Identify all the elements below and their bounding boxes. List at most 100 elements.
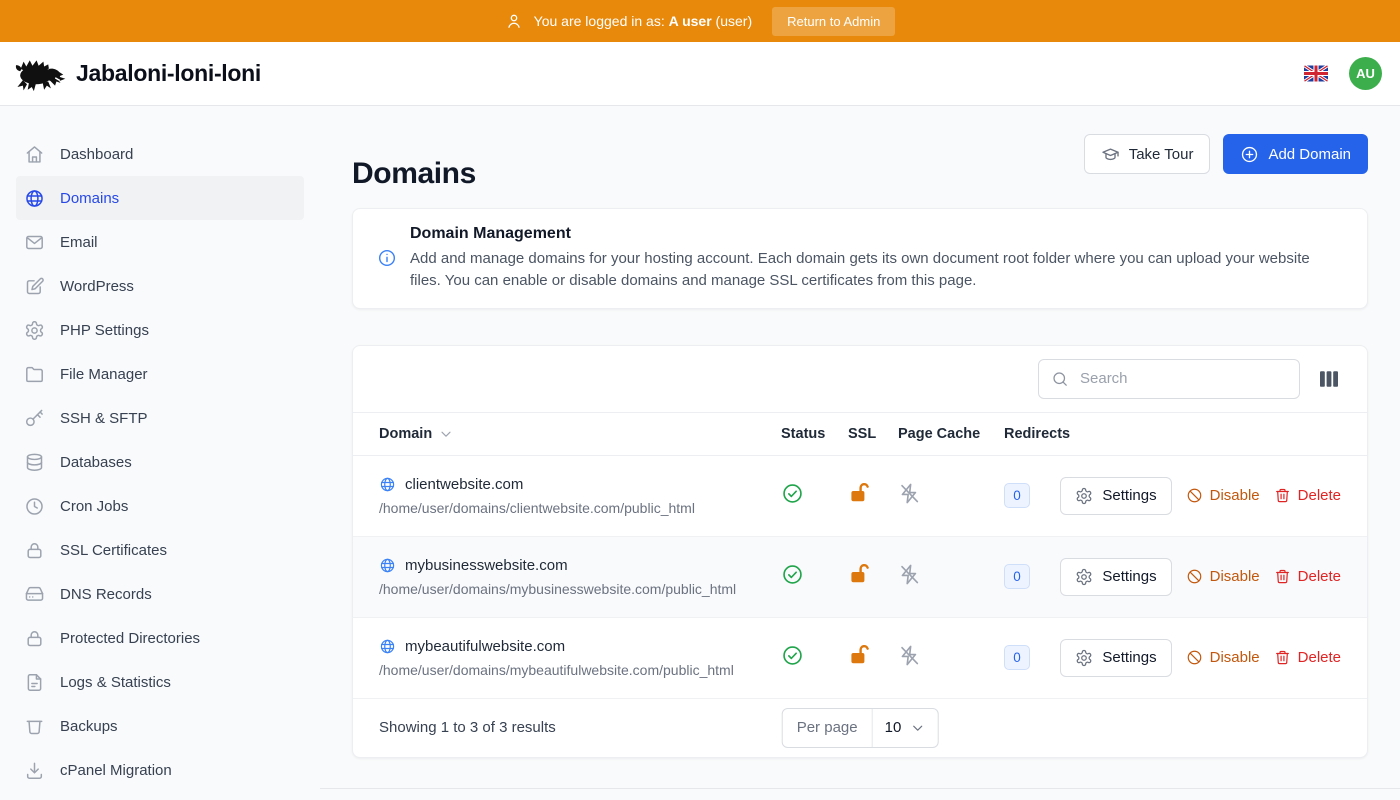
sidebar-item-databases[interactable]: Databases xyxy=(16,440,304,484)
redirects-count[interactable]: 0 xyxy=(1004,645,1030,670)
sidebar-item-label: WordPress xyxy=(60,278,134,295)
sidebar-item-label: Cron Jobs xyxy=(60,498,128,515)
redirects-count[interactable]: 0 xyxy=(1004,564,1030,589)
gear-icon xyxy=(1075,568,1093,586)
row-actions: Settings Disable Delete xyxy=(1091,639,1341,677)
banner-message: You are logged in as: A user (user) xyxy=(534,13,752,29)
sidebar-item-logs-statistics[interactable]: Logs & Statistics xyxy=(16,660,304,704)
info-icon xyxy=(377,248,397,268)
take-tour-button[interactable]: Take Tour xyxy=(1084,134,1211,174)
disable-label: Disable xyxy=(1210,649,1260,666)
settings-label: Settings xyxy=(1102,568,1156,585)
disable-button[interactable]: Disable xyxy=(1186,487,1260,504)
sidebar-item-protected-directories[interactable]: Protected Directories xyxy=(16,616,304,660)
gear-icon xyxy=(1075,649,1093,667)
delete-label: Delete xyxy=(1298,649,1341,666)
ssl-cell xyxy=(848,562,898,591)
plus-circle-icon xyxy=(1240,145,1259,164)
sidebar-item-php-settings[interactable]: PHP Settings xyxy=(16,308,304,352)
sidebar-item-label: Dashboard xyxy=(60,146,133,163)
sidebar-item-wordpress[interactable]: WordPress xyxy=(16,264,304,308)
sidebar-item-email[interactable]: Email xyxy=(16,220,304,264)
globe-icon xyxy=(379,557,396,574)
sidebar-item-label: Backups xyxy=(60,718,118,735)
lock-icon xyxy=(24,628,45,649)
key-icon xyxy=(24,408,45,429)
column-header-domain[interactable]: Domain xyxy=(379,426,781,442)
ssl-unlocked-icon[interactable] xyxy=(848,643,872,667)
language-flag-icon[interactable] xyxy=(1304,65,1328,82)
disable-button[interactable]: Disable xyxy=(1186,568,1260,585)
domain-name[interactable]: clientwebsite.com xyxy=(405,476,523,493)
sidebar-item-label: Databases xyxy=(60,454,132,471)
ssl-unlocked-icon[interactable] xyxy=(848,562,872,586)
status-enabled-icon xyxy=(781,482,804,505)
lock-icon xyxy=(24,540,45,561)
add-domain-button[interactable]: Add Domain xyxy=(1223,134,1368,174)
globe-icon xyxy=(379,638,396,655)
ssl-cell xyxy=(848,643,898,672)
page-cache-cell xyxy=(898,644,1004,672)
column-label: Redirects xyxy=(1004,426,1070,442)
trash-icon xyxy=(1274,568,1291,585)
results-summary: Showing 1 to 3 of 3 results xyxy=(379,719,556,736)
ssl-unlocked-icon[interactable] xyxy=(848,481,872,505)
info-box: Domain Management Add and manage domains… xyxy=(352,208,1368,309)
gear-icon xyxy=(24,320,45,341)
page-cache-disabled-icon[interactable] xyxy=(898,644,921,667)
disable-button[interactable]: Disable xyxy=(1186,649,1260,666)
top-bar: Jabaloni-loni-loni AU xyxy=(0,42,1400,106)
settings-button[interactable]: Settings xyxy=(1060,639,1171,677)
sidebar-item-dashboard[interactable]: Dashboard xyxy=(16,132,304,176)
sidebar-item-backups[interactable]: Backups xyxy=(16,704,304,748)
per-page-label: Per page xyxy=(783,709,873,747)
domain-path: /home/user/domains/mybeautifulwebsite.co… xyxy=(379,662,781,678)
per-page-select[interactable]: Per page 10 xyxy=(782,708,939,748)
page-cache-disabled-icon[interactable] xyxy=(898,482,921,505)
gear-icon xyxy=(1075,487,1093,505)
sidebar-item-ssl-certificates[interactable]: SSL Certificates xyxy=(16,528,304,572)
sidebar-item-file-manager[interactable]: File Manager xyxy=(16,352,304,396)
sidebar-item-cron-jobs[interactable]: Cron Jobs xyxy=(16,484,304,528)
column-header-page_cache: Page Cache xyxy=(898,426,1004,442)
delete-button[interactable]: Delete xyxy=(1274,568,1341,585)
domain-name[interactable]: mybeautifulwebsite.com xyxy=(405,638,565,655)
domain-cell: mybusinesswebsite.com/home/user/domains/… xyxy=(379,557,781,597)
table-header-row: DomainStatusSSLPage CacheRedirects xyxy=(353,412,1367,456)
ban-icon xyxy=(1186,649,1203,666)
delete-button[interactable]: Delete xyxy=(1274,487,1341,504)
page-title: Domains xyxy=(352,154,476,194)
edit-icon xyxy=(24,276,45,297)
column-label: Domain xyxy=(379,426,432,442)
avatar[interactable]: AU xyxy=(1349,57,1382,90)
impersonation-banner: You are logged in as: A user (user) Retu… xyxy=(0,0,1400,42)
ban-icon xyxy=(1186,487,1203,504)
settings-label: Settings xyxy=(1102,487,1156,504)
sidebar-item-ssh-sftp[interactable]: SSH & SFTP xyxy=(16,396,304,440)
sidebar-item-dns-records[interactable]: DNS Records xyxy=(16,572,304,616)
sidebar-item-cpanel-migration[interactable]: cPanel Migration xyxy=(16,748,304,792)
home-icon xyxy=(24,144,45,165)
redirects-count[interactable]: 0 xyxy=(1004,483,1030,508)
return-to-admin-button[interactable]: Return to Admin xyxy=(772,7,895,36)
domain-cell: clientwebsite.com/home/user/domains/clie… xyxy=(379,476,781,516)
settings-button[interactable]: Settings xyxy=(1060,558,1171,596)
sidebar-item-domains[interactable]: Domains xyxy=(16,176,304,220)
settings-button[interactable]: Settings xyxy=(1060,477,1171,515)
domain-path: /home/user/domains/clientwebsite.com/pub… xyxy=(379,500,781,516)
domain-name[interactable]: mybusinesswebsite.com xyxy=(405,557,568,574)
chevron-down-icon xyxy=(909,720,925,736)
row-actions: Settings Disable Delete xyxy=(1091,558,1341,596)
page-cache-cell xyxy=(898,482,1004,510)
delete-button[interactable]: Delete xyxy=(1274,649,1341,666)
sidebar-item-label: SSL Certificates xyxy=(60,542,167,559)
columns-toggle-button[interactable] xyxy=(1317,367,1341,391)
ban-icon xyxy=(1186,568,1203,585)
page-cache-disabled-icon[interactable] xyxy=(898,563,921,586)
search-input[interactable] xyxy=(1078,369,1287,388)
status-cell xyxy=(781,563,848,591)
sidebar-item-label: Domains xyxy=(60,190,119,207)
brand[interactable]: Jabaloni-loni-loni xyxy=(14,55,261,93)
settings-label: Settings xyxy=(1102,649,1156,666)
column-header-redirects: Redirects xyxy=(1004,426,1091,442)
